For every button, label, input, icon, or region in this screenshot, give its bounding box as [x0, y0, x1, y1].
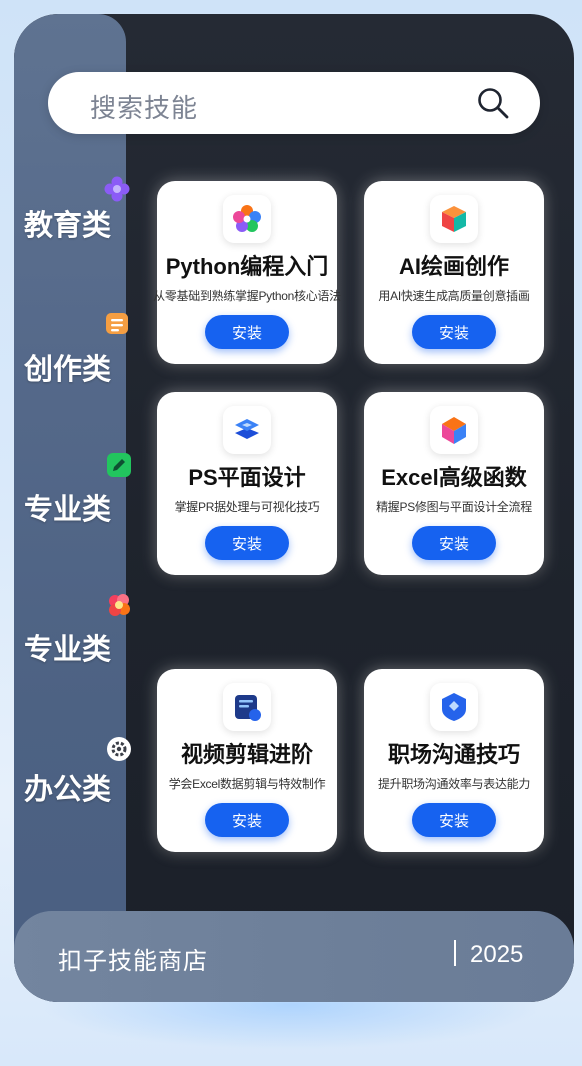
card-icon-box [430, 195, 478, 243]
install-button[interactable]: 安装 [205, 526, 289, 560]
card-description: 用AI快速生成高质量创意插画 [378, 289, 530, 303]
category-label: 专业类 [24, 634, 112, 666]
install-button[interactable]: 安装 [412, 526, 496, 560]
card-icon-box [223, 683, 271, 731]
skill-card[interactable]: Excel高级函数 精握PS修图与平面设计全流程 安装 [364, 392, 544, 575]
search-bar[interactable]: 搜索技能 [48, 72, 540, 134]
category-label: 专业类 [24, 494, 112, 526]
document-logo-icon [235, 695, 261, 721]
card-icon-box [223, 406, 271, 454]
search-placeholder: 搜索技能 [90, 93, 199, 123]
footer-year: 2025 [470, 941, 524, 968]
skill-card[interactable]: PS平面设计 掌握PR据处理与可视化技巧 安装 [157, 392, 337, 575]
search-icon[interactable] [476, 86, 510, 120]
card-description: 掌握PR据处理与可视化技巧 [174, 500, 320, 514]
shield-logo-icon [442, 693, 466, 721]
layers-logo-icon [235, 419, 259, 439]
install-button[interactable]: 安装 [412, 315, 496, 349]
category-label: 教育类 [24, 210, 112, 242]
hex-cube-logo-icon [442, 417, 466, 444]
gear-icon [107, 737, 131, 761]
notes-icon [106, 313, 128, 334]
blossom-icon [109, 594, 130, 616]
card-title: 视频剪辑进阶 [180, 742, 313, 767]
skill-card[interactable]: 视频剪辑进阶 学会Excel数据剪辑与特效制作 安装 [157, 669, 337, 852]
app-window: 搜索技能 教育类 创作类 专业类 专业类 办公类 Python编程入门 从零基础… [14, 14, 574, 1002]
skill-card[interactable]: Python编程入门 从零基础到熟练掌握Python核心语法 安装 [153, 181, 341, 364]
card-icon-box [223, 195, 271, 243]
flower-icon [104, 176, 130, 202]
card-title: Python编程入门 [165, 254, 329, 279]
card-title: PS平面设计 [188, 465, 306, 490]
install-button[interactable]: 安装 [205, 803, 289, 837]
skill-card[interactable]: AI绘画创作 用AI快速生成高质量创意插画 安装 [364, 181, 544, 364]
card-description: 学会Excel数据剪辑与特效制作 [168, 777, 326, 791]
pencil-icon [107, 453, 131, 477]
category-label: 办公类 [24, 774, 112, 806]
card-title: AI绘画创作 [398, 254, 509, 279]
card-icon-box [430, 406, 478, 454]
cube-logo-icon [442, 206, 466, 232]
card-title: 职场沟通技巧 [387, 742, 520, 767]
petal-logo-icon [233, 205, 261, 232]
card-description: 从零基础到熟练掌握Python核心语法 [153, 289, 341, 303]
card-title: Excel高级函数 [381, 465, 527, 490]
install-button[interactable]: 安装 [412, 803, 496, 837]
install-button[interactable]: 安装 [205, 315, 289, 349]
store-name: 扣子技能商店 [58, 948, 208, 975]
footer-bar: 扣子技能商店 2025 [14, 911, 574, 1002]
card-icon-box [430, 683, 478, 731]
card-description: 提升职场沟通效率与表达能力 [377, 777, 531, 791]
card-description: 精握PS修图与平面设计全流程 [376, 500, 532, 514]
skill-card[interactable]: 职场沟通技巧 提升职场沟通效率与表达能力 安装 [364, 669, 544, 852]
footer-divider [454, 940, 456, 966]
category-label: 创作类 [24, 354, 112, 386]
